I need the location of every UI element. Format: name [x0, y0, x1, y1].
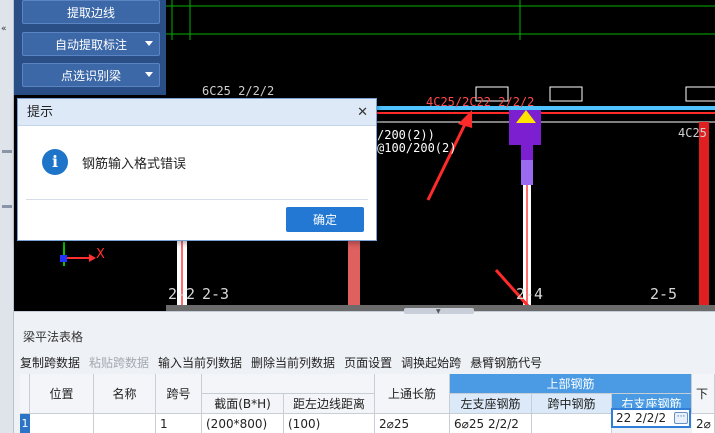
page-setup-button[interactable]: 页面设置: [344, 354, 392, 371]
cell-section[interactable]: (200*800): [202, 414, 284, 433]
pick-beam-button[interactable]: 点选识别梁: [22, 63, 160, 87]
col-header-name[interactable]: 名称: [94, 374, 156, 414]
ellipsis-icon[interactable]: ···: [674, 412, 688, 424]
axis-x-label: X: [96, 247, 105, 262]
cell-position[interactable]: [30, 414, 94, 433]
cell-top-through[interactable]: 2⌀25: [375, 414, 450, 433]
copy-span-data-button[interactable]: 复制跨数据: [20, 354, 80, 371]
extract-edge-label: 提取边线: [66, 5, 115, 20]
rebar-label-right: 4C25: [678, 126, 707, 140]
left-edge-strip: «: [0, 0, 14, 433]
beam-table-panel: ▼ 梁平法表格 复制跨数据 粘贴跨数据 输入当前列数据 删除当前列数据 页面设置…: [14, 308, 715, 433]
stirrup-label-2: @100/200(2): [377, 141, 457, 155]
panel-title: 梁平法表格: [23, 330, 84, 344]
beam-table: 位置 名称 跨号 截面(B*H) 距左边线距离 上通长筋 上部钢筋 左支座钢筋 …: [20, 374, 715, 433]
app-window: « 提取边线 自动提取标注 点选识别梁 . X: [0, 0, 715, 433]
rebar-label-left: 6C25 2/2/2: [202, 84, 275, 98]
dialog-titlebar: 提示 ✕: [18, 99, 376, 126]
col-header-mid-span[interactable]: 跨中钢筋: [532, 394, 612, 414]
col-header-position[interactable]: 位置: [30, 374, 94, 414]
pick-beam-label: 点选识别梁: [60, 68, 121, 83]
dropdown-arrow-icon[interactable]: [145, 72, 153, 77]
ok-button[interactable]: 确定: [286, 207, 364, 232]
col-header-top-through[interactable]: 上通长筋: [375, 374, 450, 414]
stirrup-label-1: /200(2)): [377, 128, 435, 142]
rebar-label-mid: 4C25/2C22 2/2/2: [426, 95, 535, 109]
cell-left-edge-dist[interactable]: (100): [284, 414, 375, 433]
axis-label-2-5: 2-5: [650, 285, 678, 303]
col-header-left-support[interactable]: 左支座钢筋: [450, 394, 532, 414]
axis-label-2-2: 2-2: [168, 285, 196, 303]
right-support-edit-field[interactable]: 22 2/2/2 ···: [611, 408, 691, 428]
scroll-tick: [2, 205, 12, 208]
cell-mid-span[interactable]: [532, 414, 612, 433]
splitter-handle[interactable]: ▼: [404, 308, 474, 315]
dropdown-arrow-icon[interactable]: [145, 41, 153, 46]
col-header-next[interactable]: 下: [692, 374, 715, 414]
col-header-span-no[interactable]: 跨号: [156, 374, 202, 414]
dialog-title: 提示: [27, 105, 54, 120]
input-column-data-button[interactable]: 输入当前列数据: [158, 354, 242, 371]
right-support-value: 22 2/2/2: [616, 411, 667, 425]
table-toolbar: 复制跨数据 粘贴跨数据 输入当前列数据 删除当前列数据 页面设置 调换起始跨 悬…: [20, 354, 542, 371]
cell-left-support[interactable]: 6⌀25 2/2/2: [450, 414, 532, 433]
paste-span-data-button[interactable]: 粘贴跨数据: [89, 354, 149, 371]
extract-edge-button[interactable]: 提取边线: [22, 0, 160, 24]
delete-column-data-button[interactable]: 删除当前列数据: [251, 354, 335, 371]
dialog-message: 钢筋输入格式错误: [82, 157, 187, 172]
cell-name[interactable]: [94, 414, 156, 433]
collapse-chevron-icon[interactable]: «: [1, 24, 7, 34]
axis-label-2-4: 2-4: [516, 285, 544, 303]
cell-span-no[interactable]: 1: [156, 414, 202, 433]
col-header-section[interactable]: 截面(B*H): [202, 394, 284, 414]
alert-dialog: 提示 ✕ i 钢筋输入格式错误 确定: [17, 98, 377, 241]
dialog-divider: [26, 199, 368, 200]
row-index[interactable]: 1: [20, 414, 30, 433]
col-header-left-edge-dist[interactable]: 距左边线距离: [284, 394, 375, 414]
swap-start-span-button[interactable]: 调换起始跨: [401, 354, 461, 371]
scroll-tick: [2, 150, 12, 153]
auto-extract-annotation-label: 自动提取标注: [54, 37, 127, 52]
col-header-spacer: [202, 374, 375, 394]
close-icon[interactable]: ✕: [357, 99, 368, 126]
row-header-corner: [20, 374, 30, 414]
cell-next[interactable]: 2⌀: [692, 414, 715, 433]
cantilever-code-button[interactable]: 悬臂钢筋代号: [470, 354, 542, 371]
col-group-top-rebar: 上部钢筋: [450, 374, 692, 394]
tool-panel: 提取边线 自动提取标注 点选识别梁: [14, 0, 166, 95]
splitter-arrow-icon: ▼: [436, 308, 441, 315]
axis-label-2-3: 2-3: [202, 285, 230, 303]
info-icon: i: [42, 149, 68, 175]
auto-extract-annotation-button[interactable]: 自动提取标注: [22, 32, 160, 56]
